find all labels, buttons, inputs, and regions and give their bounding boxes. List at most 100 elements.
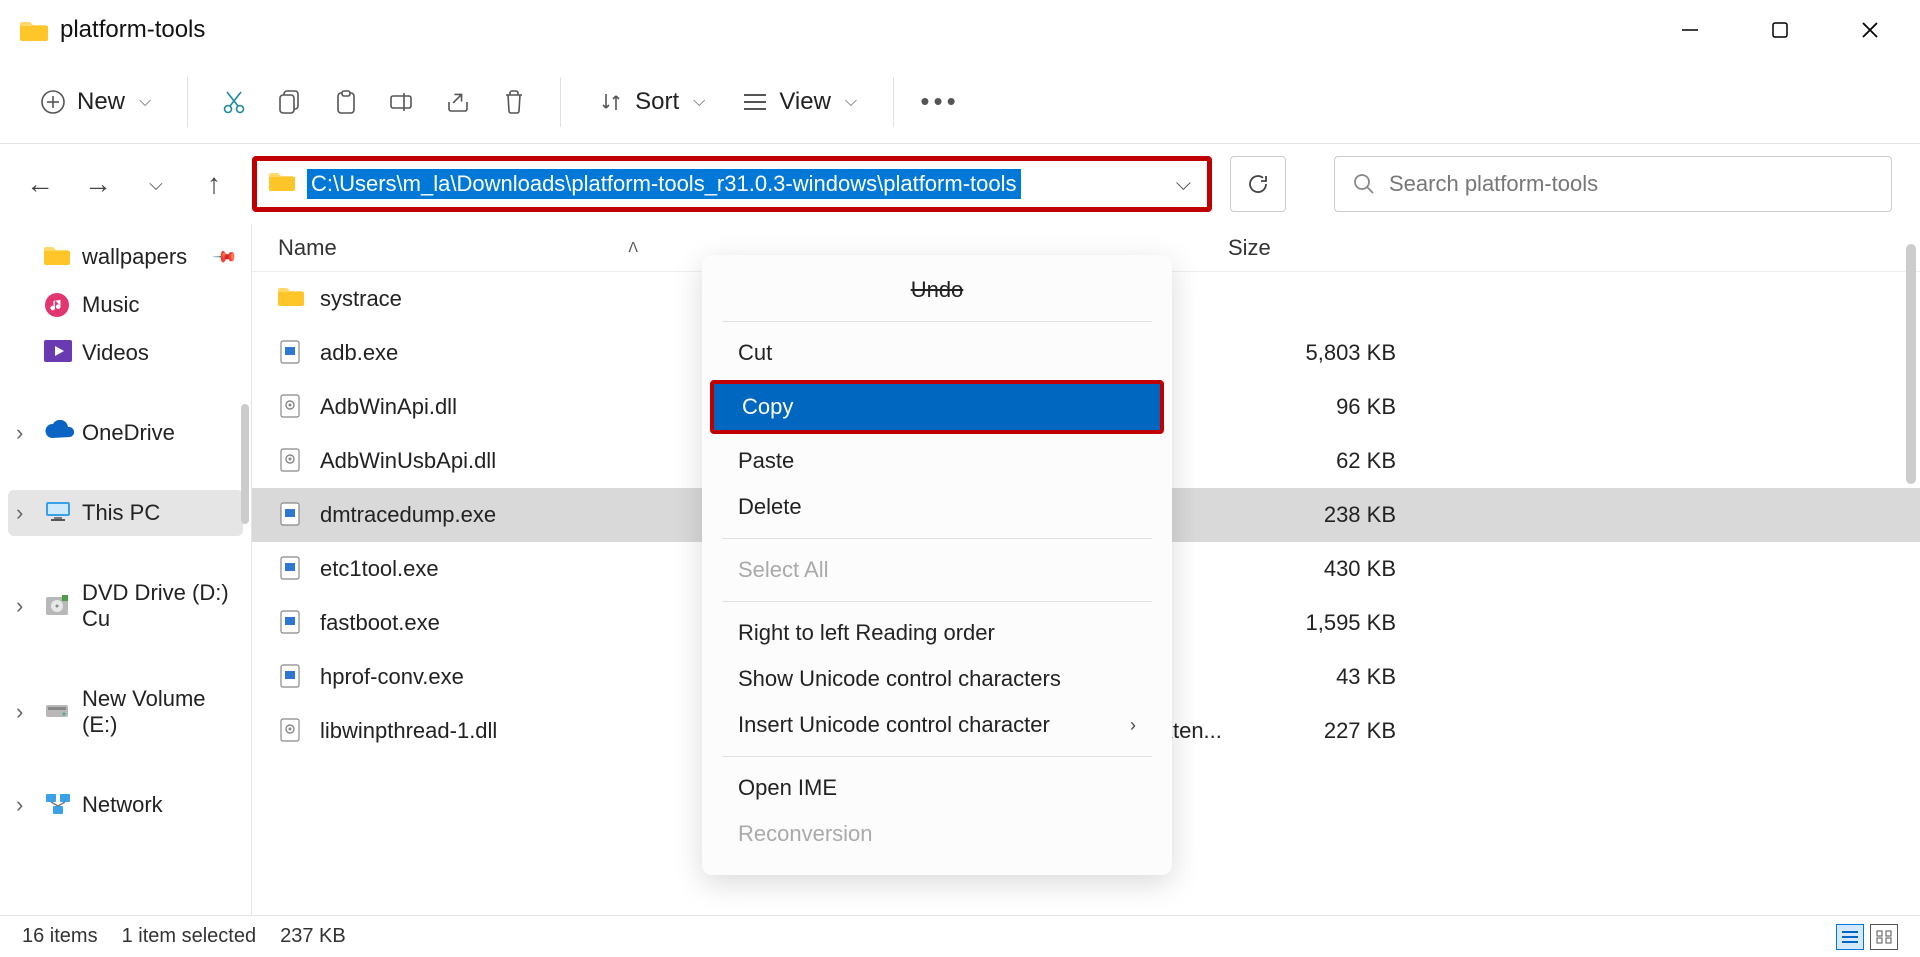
back-button[interactable]: ←	[20, 164, 60, 204]
context-reconversion: Reconversion	[702, 811, 1172, 857]
forward-button[interactable]: →	[78, 164, 118, 204]
exe-icon	[278, 609, 306, 637]
file-list-scrollbar[interactable]	[1906, 244, 1916, 484]
sidebar-item-label: This PC	[82, 500, 160, 526]
minimize-button[interactable]	[1670, 20, 1710, 40]
address-history-button[interactable]: ⌵	[1168, 173, 1199, 196]
sidebar-item-wallpapers[interactable]: wallpapers📌	[8, 234, 243, 280]
search-icon	[1353, 173, 1375, 195]
context-cut[interactable]: Cut	[702, 330, 1172, 376]
pin-icon: 📌	[211, 243, 239, 271]
folder-icon	[269, 170, 297, 198]
view-button[interactable]: View ⌵	[727, 78, 871, 126]
view-details-toggle[interactable]	[1836, 924, 1864, 950]
chevron-right-icon: ›	[1130, 715, 1136, 736]
file-name: dmtracedump.exe	[320, 502, 766, 528]
window-folder-icon	[20, 18, 48, 42]
context-copy-highlight: Copy	[710, 380, 1164, 434]
music-icon	[44, 292, 70, 318]
sort-icon	[597, 88, 625, 116]
search-input[interactable]: Search platform-tools	[1334, 156, 1892, 212]
exe-icon	[278, 555, 306, 583]
new-button[interactable]: New ⌵	[25, 78, 165, 126]
sidebar: wallpapers📌 Music Videos OneDrive This PC DVD…	[0, 224, 252, 915]
context-rtl[interactable]: Right to left Reading order	[702, 610, 1172, 656]
chevron-down-icon: ⌵	[845, 93, 857, 111]
context-separator	[722, 756, 1152, 757]
close-button[interactable]	[1850, 20, 1890, 40]
window-title: platform-tools	[60, 16, 205, 44]
folder-icon	[278, 285, 306, 313]
sidebar-item-label: Music	[82, 292, 139, 318]
titlebar: platform-tools	[0, 0, 1920, 60]
paste-button[interactable]	[322, 78, 370, 126]
view-label: View	[779, 88, 831, 116]
navbar: ← → ⌵ ↑ C:\Users\m_la\Downloads\platform…	[0, 144, 1920, 224]
file-size: 238 KB	[1256, 502, 1396, 528]
file-name: libwinpthread-1.dll	[320, 718, 766, 744]
context-insert-unicode-label: Insert Unicode control character	[738, 712, 1050, 738]
view-list-icon	[741, 88, 769, 116]
context-select-all: Select All	[702, 547, 1172, 593]
more-button[interactable]: •••	[916, 78, 964, 126]
context-paste[interactable]: Paste	[702, 438, 1172, 484]
up-button[interactable]: ↑	[194, 164, 234, 204]
sidebar-item-new-volume-e-[interactable]: New Volume (E:)	[8, 676, 243, 748]
toolbar-separator	[187, 77, 188, 127]
file-size: 1,595 KB	[1256, 610, 1396, 636]
context-separator	[722, 321, 1152, 322]
status-count: 16 items	[22, 925, 98, 948]
refresh-button[interactable]	[1230, 156, 1286, 212]
file-size: 62 KB	[1256, 448, 1396, 474]
sidebar-item-videos[interactable]: Videos	[8, 330, 243, 376]
exe-icon	[278, 501, 306, 529]
file-size: 5,803 KB	[1256, 340, 1396, 366]
file-name: hprof-conv.exe	[320, 664, 766, 690]
toolbar-separator	[560, 77, 561, 127]
rename-button[interactable]	[378, 78, 426, 126]
context-undo[interactable]: Undo	[702, 267, 1172, 313]
dll-icon	[278, 447, 306, 475]
search-placeholder: Search platform-tools	[1389, 171, 1598, 197]
file-size: 227 KB	[1256, 718, 1396, 744]
view-thumbnails-toggle[interactable]	[1870, 924, 1898, 950]
sidebar-item-network[interactable]: Network	[8, 782, 243, 828]
address-bar[interactable]: C:\Users\m_la\Downloads\platform-tools_r…	[252, 156, 1212, 212]
column-name-header[interactable]: Name	[278, 235, 337, 261]
sidebar-scrollbar[interactable]	[241, 404, 249, 524]
sidebar-item-dvd-drive-d-cu[interactable]: DVD Drive (D:) Cu	[8, 570, 243, 642]
dll-icon	[278, 393, 306, 421]
chevron-down-icon: ⌵	[139, 93, 151, 111]
sort-arrow-icon: ᐱ	[628, 239, 638, 256]
address-path[interactable]: C:\Users\m_la\Downloads\platform-tools_r…	[307, 169, 1021, 199]
file-size: 430 KB	[1256, 556, 1396, 582]
file-name: fastboot.exe	[320, 610, 766, 636]
context-show-unicode[interactable]: Show Unicode control characters	[702, 656, 1172, 702]
recent-button[interactable]: ⌵	[136, 164, 176, 204]
context-delete[interactable]: Delete	[702, 484, 1172, 530]
plus-circle-icon	[39, 88, 67, 116]
sidebar-item-music[interactable]: Music	[8, 282, 243, 328]
sidebar-item-this-pc[interactable]: This PC	[8, 490, 243, 536]
sort-button[interactable]: Sort ⌵	[583, 78, 719, 126]
pc-icon	[44, 500, 70, 526]
column-size-header[interactable]: Size	[1228, 235, 1368, 261]
copy-button[interactable]	[266, 78, 314, 126]
context-copy[interactable]: Copy	[714, 384, 1160, 430]
exe-icon	[278, 339, 306, 367]
dll-icon	[278, 717, 306, 745]
status-size: 237 KB	[280, 925, 346, 948]
cut-button[interactable]	[210, 78, 258, 126]
chevron-down-icon: ⌵	[693, 93, 705, 111]
context-open-ime[interactable]: Open IME	[702, 765, 1172, 811]
maximize-button[interactable]	[1760, 20, 1800, 40]
file-name: adb.exe	[320, 340, 766, 366]
sidebar-item-label: Videos	[82, 340, 149, 366]
delete-button[interactable]	[490, 78, 538, 126]
file-name: systrace	[320, 286, 766, 312]
file-name: etc1tool.exe	[320, 556, 766, 582]
sidebar-item-onedrive[interactable]: OneDrive	[8, 410, 243, 456]
context-insert-unicode[interactable]: Insert Unicode control character ›	[702, 702, 1172, 748]
context-menu: Undo Cut Copy Paste Delete Select All Ri…	[702, 255, 1172, 875]
share-button[interactable]	[434, 78, 482, 126]
